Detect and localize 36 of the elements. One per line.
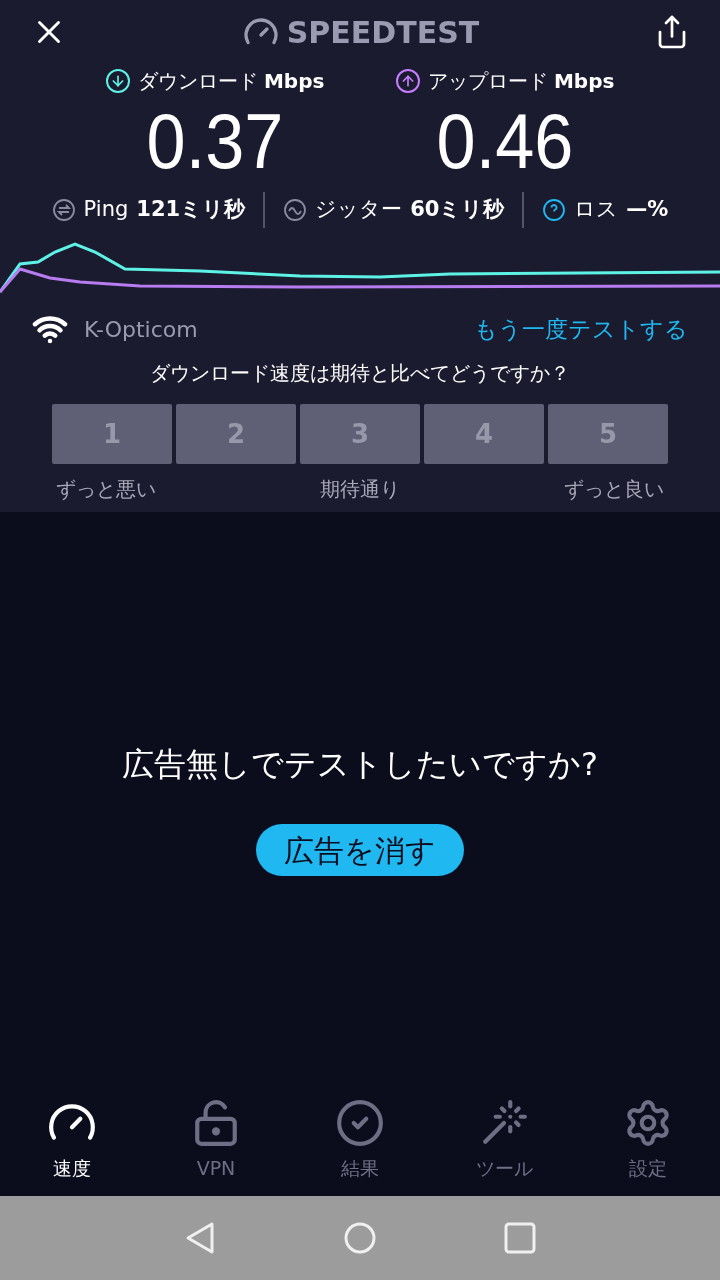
ad-message: 広告無しでテストしたいですか? — [122, 744, 598, 785]
rating-option[interactable]: 4 — [424, 404, 544, 464]
help-icon — [542, 198, 567, 222]
stat-value: 121ミリ秒 — [136, 196, 246, 224]
stat-label: ロス — [574, 196, 619, 224]
check-circle-icon — [335, 1097, 385, 1148]
rating-option[interactable]: 2 — [176, 404, 296, 464]
result-value: 0.37 — [146, 96, 284, 186]
stat-value: 60ミリ秒 — [410, 196, 505, 224]
jitter-icon — [283, 198, 308, 222]
result-label: アップロード Mbps — [427, 68, 615, 95]
nav-tab[interactable]: 結果 — [288, 1097, 432, 1183]
scale-label: ずっと良い — [564, 476, 664, 503]
stat-label: Ping — [83, 196, 129, 224]
nav-tab[interactable]: ツール — [432, 1097, 576, 1183]
stat-label: ジッター — [315, 196, 403, 224]
remove-ads-button[interactable]: 広告を消す — [256, 824, 464, 876]
network-name: K-Opticom — [84, 315, 198, 344]
rating-option[interactable]: 3 — [300, 404, 420, 464]
rating-option[interactable]: 5 — [548, 404, 668, 464]
nav-tab[interactable]: VPN — [144, 1097, 288, 1183]
back-icon[interactable] — [184, 1220, 216, 1256]
scale-label: 期待通り — [320, 476, 400, 503]
app-title: SPEEDTEST — [286, 13, 480, 52]
retest-link[interactable]: もう一度テストする — [474, 311, 688, 347]
nav-tab[interactable]: 速度 — [0, 1097, 144, 1183]
recent-apps-icon[interactable] — [504, 1222, 536, 1254]
result-label: ダウンロード Mbps — [137, 68, 325, 95]
stat-value: —% — [626, 196, 669, 224]
home-icon[interactable] — [344, 1222, 376, 1254]
rating-question: ダウンロード速度は期待と比べてどうですか？ — [149, 360, 571, 387]
scale-label: ずっと悪い — [56, 476, 156, 503]
rating-option[interactable]: 1 — [52, 404, 172, 464]
ping-icon — [51, 198, 76, 222]
nav-tab[interactable]: 設定 — [576, 1097, 720, 1183]
result-value: 0.46 — [436, 96, 574, 186]
